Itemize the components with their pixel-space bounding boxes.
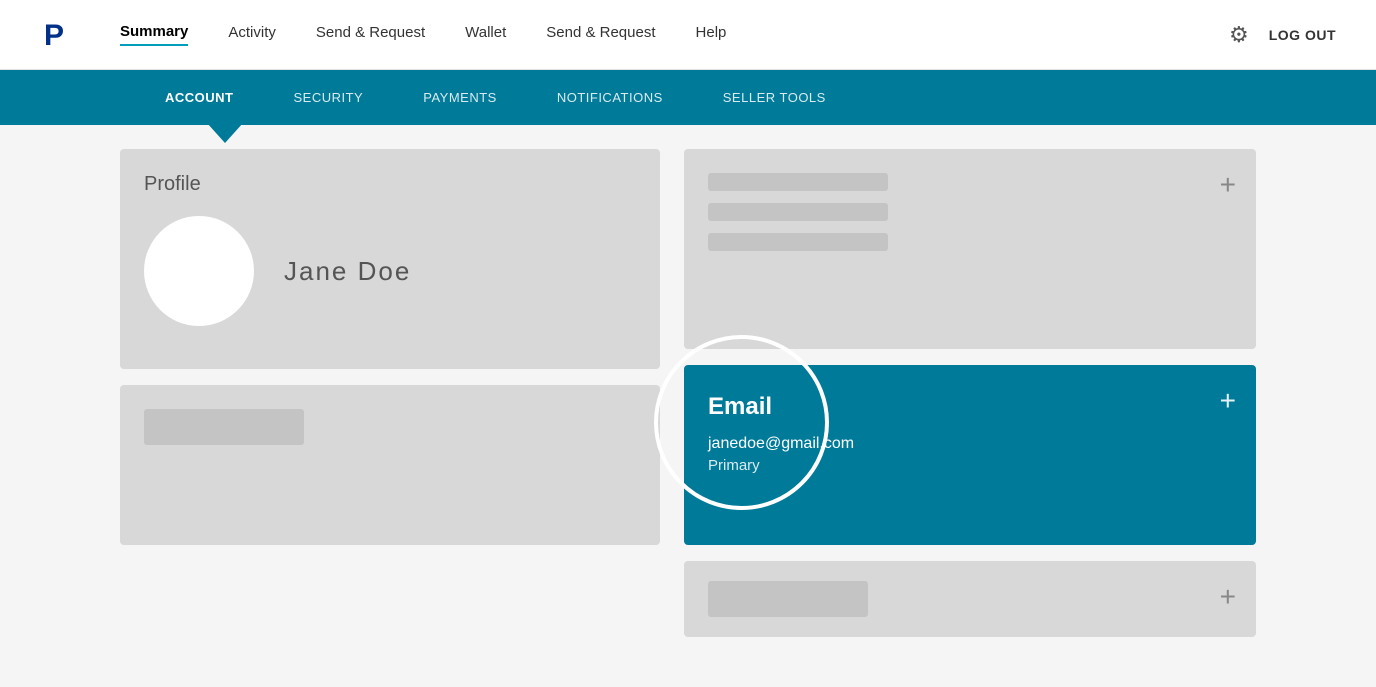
- subnav-security[interactable]: SECURITY: [289, 90, 369, 105]
- email-address: janedoe@gmail.com: [708, 435, 1232, 453]
- main-content: Profile Jane Doe + + Email janedoe@gmail…: [0, 125, 1376, 687]
- avatar: [144, 216, 254, 326]
- nav-activity[interactable]: Activity: [228, 24, 276, 45]
- nav-send-request-1[interactable]: Send & Request: [316, 24, 425, 45]
- right-column: + + Email janedoe@gmail.com Primary +: [684, 149, 1256, 663]
- sub-nav: ACCOUNT SECURITY PAYMENTS NOTIFICATIONS …: [0, 70, 1376, 125]
- email-type: Primary: [708, 457, 1232, 474]
- add-button-bottom[interactable]: +: [1220, 581, 1236, 613]
- main-nav-links: Summary Activity Send & Request Wallet S…: [120, 23, 1229, 46]
- profile-content: Jane Doe: [144, 216, 636, 326]
- nav-wallet[interactable]: Wallet: [465, 24, 506, 45]
- profile-card: Profile Jane Doe: [120, 149, 660, 369]
- profile-title: Profile: [144, 173, 636, 196]
- left-column: Profile Jane Doe: [120, 149, 660, 663]
- subnav-seller-tools[interactable]: SELLER TOOLS: [718, 90, 831, 105]
- gray-line-1: [708, 173, 888, 191]
- nav-right: ⚙ LOG OUT: [1229, 22, 1336, 48]
- email-card: + Email janedoe@gmail.com Primary: [684, 365, 1256, 545]
- small-card-left: [120, 385, 660, 545]
- sub-nav-arrow: [207, 123, 243, 143]
- nav-help[interactable]: Help: [696, 24, 727, 45]
- top-nav: P Summary Activity Send & Request Wallet…: [0, 0, 1376, 70]
- subnav-payments[interactable]: PAYMENTS: [418, 90, 502, 105]
- gray-line-2: [708, 203, 888, 221]
- svg-text:P: P: [44, 19, 64, 52]
- add-button-top[interactable]: +: [1220, 169, 1236, 201]
- profile-name: Jane Doe: [284, 256, 411, 287]
- email-title: Email: [708, 393, 1232, 421]
- nav-summary[interactable]: Summary: [120, 23, 188, 46]
- logout-button[interactable]: LOG OUT: [1269, 27, 1336, 43]
- nav-send-request-2[interactable]: Send & Request: [546, 24, 655, 45]
- settings-icon[interactable]: ⚙: [1229, 22, 1249, 48]
- subnav-notifications[interactable]: NOTIFICATIONS: [552, 90, 668, 105]
- bottom-gray-card: +: [684, 561, 1256, 637]
- small-rect: [144, 409, 304, 445]
- paypal-logo: P: [40, 15, 80, 55]
- circle-highlight: [654, 335, 829, 510]
- gray-lines-card: +: [684, 149, 1256, 349]
- add-email-button[interactable]: +: [1220, 385, 1236, 417]
- gray-line-3: [708, 233, 888, 251]
- bottom-gray-line: [708, 581, 868, 617]
- subnav-account[interactable]: ACCOUNT: [160, 90, 239, 105]
